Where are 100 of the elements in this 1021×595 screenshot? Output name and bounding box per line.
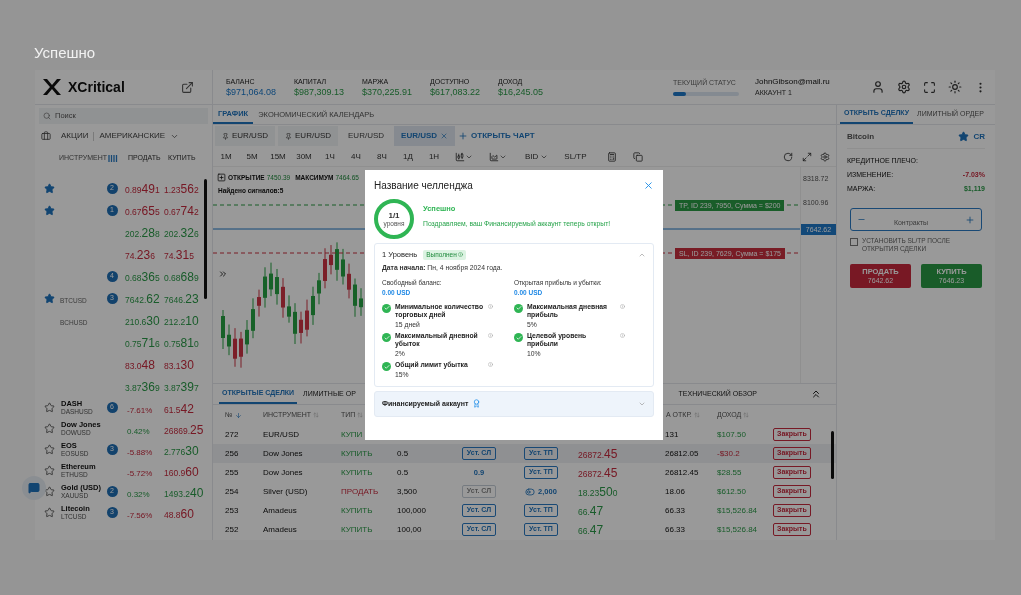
chart-tab[interactable]: EUR/USD [278,126,339,146]
buy-price: 0.67742 [164,203,199,218]
interval-button[interactable]: 1Н [421,150,447,163]
table-cell: 0.5 [397,467,409,477]
buy-price: 26869.25 [164,421,204,437]
current-price: 26872.45 [578,450,618,460]
table-cell: КУПИТЬ [341,467,373,477]
stat-value: $987,309.13 [294,85,346,98]
change-percent: 0.32% [127,489,150,499]
table-cell: 254 [225,486,239,496]
instrument-code: CR [973,130,985,143]
open-chart-button[interactable]: ОТКРЫТЬ ЧАРТ [458,130,535,142]
interval-button[interactable]: 1Ч [317,150,343,163]
buy-price: 48.860 [164,505,194,521]
change-percent: -5.72% [127,468,153,478]
sell-price: 7642.62 [125,291,160,306]
table-cell: Amadeus [263,505,297,515]
chart-tab[interactable]: EUR/USD [215,126,275,146]
buy-price: 83.130 [164,357,194,372]
category-group[interactable]: АКЦИИ [61,130,89,142]
sell-price: 0.67655 [125,203,160,218]
interval-button[interactable]: 1Д [395,150,421,163]
buy-price: 3.87397 [164,379,199,394]
instrument-name: Bitcoin [847,130,875,143]
interval-button[interactable]: 15M [265,150,291,163]
buy-price: 202.326 [164,225,199,240]
table-cell: $612.50 [717,486,746,496]
table-cell: 0.5 [397,448,409,458]
buy-price: 0.75810 [164,335,199,350]
buy-price: 212.210 [164,313,199,328]
table-cell: КУПИТЬ [341,505,373,515]
buy-price: 7646.23 [164,291,199,306]
sell-price: 74.236 [125,247,155,262]
price-source-dropdown[interactable]: BID [525,150,549,163]
buy-price: 0.68689 [164,269,199,284]
table-cell: Dow Jones [263,467,303,477]
table-cell: 253 [225,505,239,515]
change-percent: -5.88% [127,447,153,457]
sell-price: 202.288 [125,225,160,240]
current-price: 18.23500 [578,488,618,498]
buy-price: 160.960 [164,463,199,479]
sell-price: 3.87369 [125,379,160,394]
interval-button[interactable]: 8Ч [369,150,395,163]
buy-price: 61.542 [164,400,194,416]
stat-value: $617,083.22 [430,86,482,98]
sltp-button[interactable]: SL/TP [564,150,587,163]
change-percent: -7.61% [127,405,153,415]
table-cell: -$30.2 [717,448,740,458]
table-cell: $15,526.84 [717,505,758,515]
table-cell: КУПИТЬ [341,524,373,534]
sell-price: 0.89491 [125,181,160,196]
stat-value: $971,064.08 [226,85,278,98]
sell-price: 210.630 [125,313,160,328]
table-cell: 26812.45 [665,467,699,477]
stat-value: $16,245.05 [498,86,545,98]
table-cell: Silver (USD) [263,486,308,496]
current-price: 26872.45 [578,469,618,479]
chart-tab[interactable]: EUR/USD [394,126,456,146]
table-cell: КУПИ [341,429,363,439]
table-cell: 26812.05 [665,448,699,458]
table-cell: 66.33 [665,524,686,534]
stat-value: $370,225.91 [362,85,414,98]
category-market[interactable]: АМЕРИКАНСКИЕ [99,130,166,142]
table-cell: ПРОДАТЬ [341,486,379,496]
interval-button[interactable]: 1M [213,150,239,163]
table-cell: 3,500 [397,486,418,496]
table-cell: 131 [665,429,679,439]
table-cell: КУПИТЬ [341,448,373,458]
table-cell: 66.33 [665,505,686,515]
table-cell: 100,00 [397,524,422,534]
page-title: Успешно [34,44,97,62]
dialog-title: Название челленджа [374,179,473,193]
interval-button[interactable]: 30M [291,150,317,163]
chart-tab[interactable]: EUR/USD [341,126,392,146]
table-cell: $107.50 [717,429,746,439]
buy-price: 2.77630 [164,442,199,458]
current-price: 66.47 [578,526,604,536]
account-email: JohnGibson@mail.ru [755,75,831,88]
buy-price: 1493.240 [164,484,204,500]
change-percent: -7.56% [127,510,153,520]
buy-price: 74.315 [164,247,194,262]
sell-price: 83.048 [125,357,155,372]
table-cell: Amadeus [263,524,297,534]
current-price: 66.47 [578,507,604,517]
interval-button[interactable]: 5M [239,150,265,163]
sell-price: 0.75716 [125,335,160,350]
brand-name: XCritical [68,77,125,97]
table-cell: $28.55 [717,467,742,477]
sell-price: 0.68365 [125,269,160,284]
buy-price: 1.23562 [164,181,199,196]
table-cell: 252 [225,524,239,534]
table-cell: 18.06 [665,486,686,496]
table-cell: EUR/USD [263,429,299,439]
table-cell: 100,000 [397,505,426,515]
table-cell: $15,526.84 [717,524,758,534]
table-cell: 256 [225,448,239,458]
table-cell: 272 [225,429,239,439]
interval-button[interactable]: 4Ч [343,150,369,163]
change-percent: 0.42% [127,426,150,436]
table-cell: 255 [225,467,239,477]
